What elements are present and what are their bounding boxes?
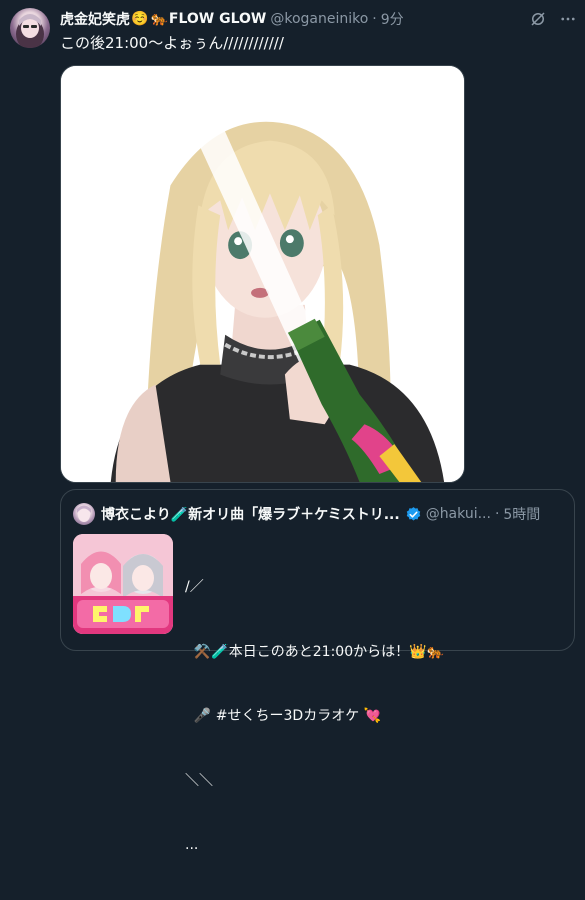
author-name-suffix[interactable]: FLOW GLOW — [169, 11, 266, 27]
tweet-timestamp[interactable]: 9分 — [381, 9, 404, 29]
tweet-image[interactable] — [60, 65, 465, 483]
quoted-author-avatar[interactable] — [73, 503, 95, 525]
verified-badge-icon — [405, 506, 422, 523]
tweet[interactable]: 虎金妃笑虎 ☺️ 🐅 FLOW GLOW @koganeiniko · 9分 こ… — [0, 0, 585, 853]
quoted-tweet[interactable]: 博衣こより🧪新オリ曲「爆ラブ＋ケミストリ... @hakui... · 5時間 — [60, 489, 575, 853]
quoted-author-handle[interactable]: @hakui... — [426, 506, 491, 522]
grok-icon — [531, 12, 545, 26]
quoted-text-line: ⚒️🧪本日このあと21:00からは！👑🐅 — [185, 643, 444, 660]
quoted-text-line: 🎤 #せくちー3Dカラオケ 💘 — [185, 708, 382, 724]
tweet-header: 虎金妃笑虎 ☺️ 🐅 FLOW GLOW @koganeiniko · 9分 — [60, 9, 515, 29]
quoted-tweet-text: /／ ⚒️🧪本日このあと21:00からは！👑🐅 🎤 #せくちー3Dカラオケ 💘 … — [185, 534, 444, 900]
more-button[interactable] — [558, 9, 578, 29]
smiling-face-emoji: ☺️ — [131, 11, 149, 27]
quoted-tweet-header: 博衣こより🧪新オリ曲「爆ラブ＋ケミストリ... @hakui... · 5時間 — [101, 504, 564, 524]
author-handle[interactable]: @koganeiniko — [270, 11, 368, 27]
author-avatar[interactable] — [10, 8, 50, 48]
separator-dot: · — [372, 11, 377, 27]
quoted-text-line: ＼＼ — [185, 772, 213, 789]
author-name[interactable]: 虎金妃笑虎 — [60, 9, 130, 29]
more-icon — [561, 17, 575, 21]
tiger-emoji: 🐅 — [150, 11, 168, 27]
tweet-text: この後21:00～よぉぅん//////////// — [60, 34, 284, 52]
quoted-text-line: ... — [185, 837, 199, 853]
quoted-tweet-thumbnail[interactable] — [73, 534, 173, 634]
quoted-timestamp[interactable]: 5時間 — [503, 504, 540, 524]
quoted-text-line: /／ — [185, 579, 204, 595]
quoted-separator-dot: · — [494, 506, 500, 522]
grok-button[interactable] — [528, 9, 548, 29]
quoted-author-name[interactable]: 博衣こより🧪新オリ曲「爆ラブ＋ケミストリ... — [101, 504, 400, 524]
